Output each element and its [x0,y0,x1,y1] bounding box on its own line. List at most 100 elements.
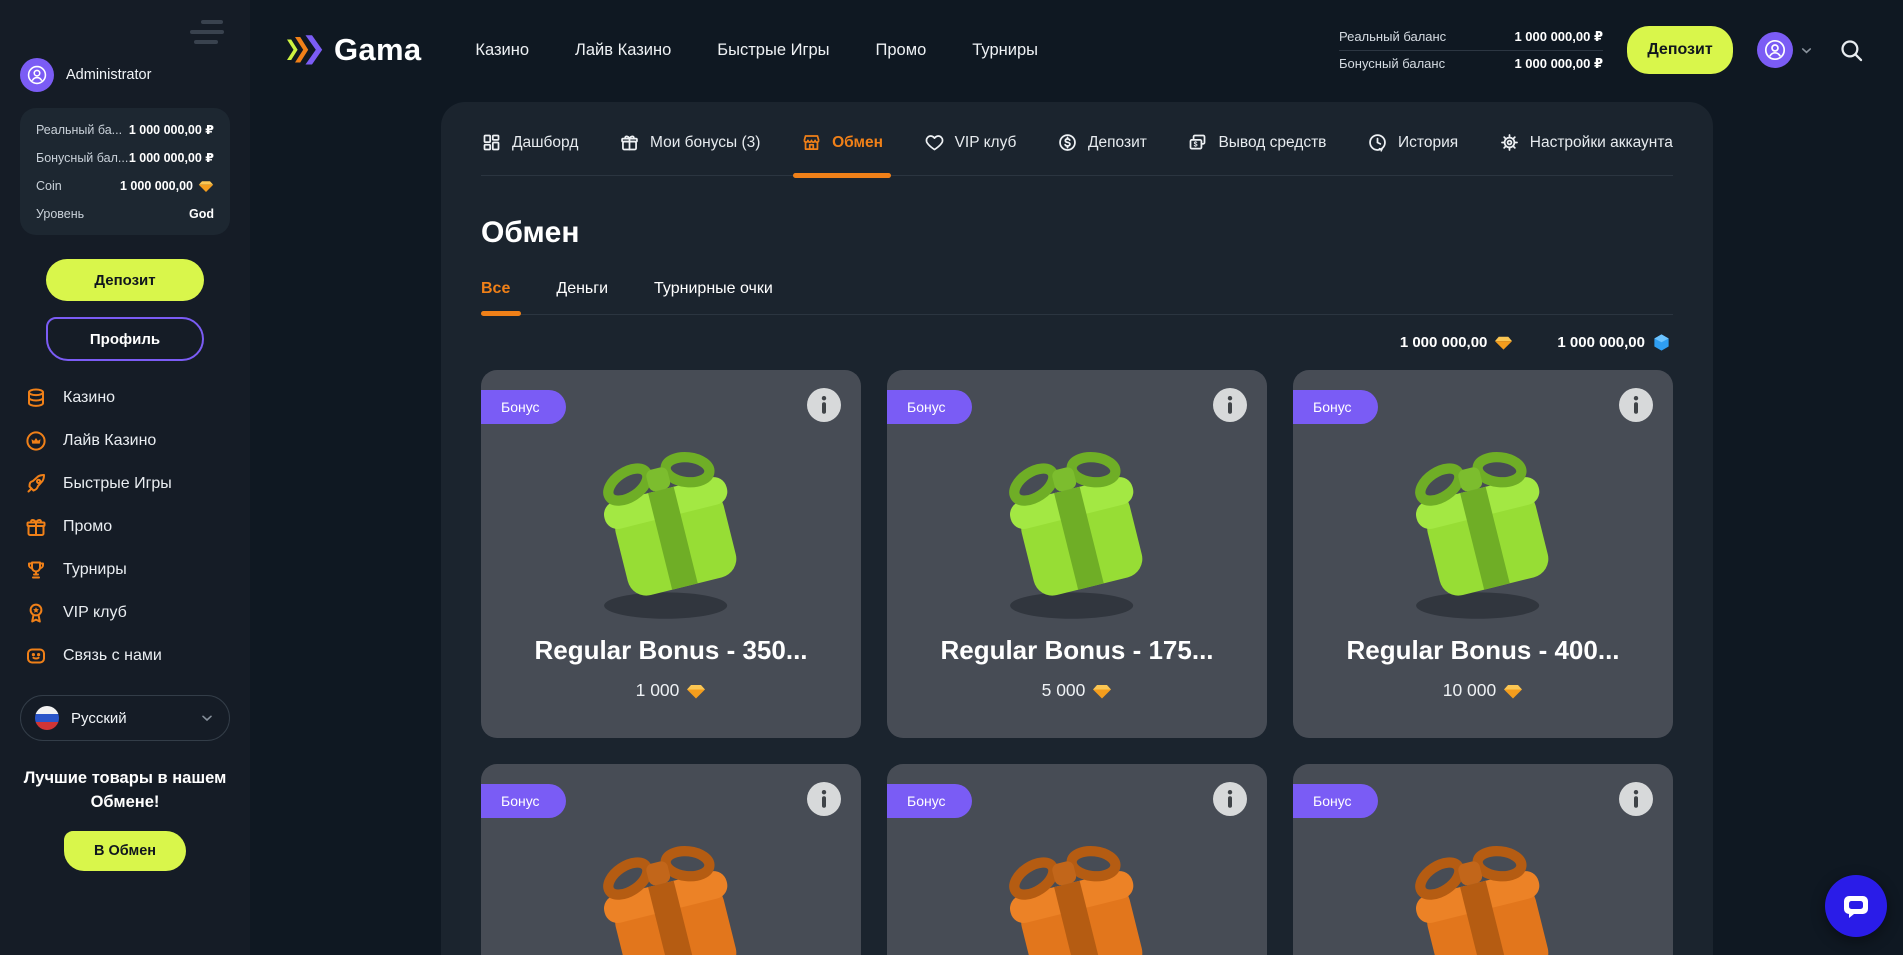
info-button[interactable] [807,782,841,816]
tab-label: Дашборд [512,134,578,152]
gama-logo[interactable]: Gama [284,32,421,68]
tab-withdraw[interactable]: $ Вывод средств [1187,132,1326,153]
account-panel: Дашборд Мои бонусы (3) [441,102,1713,955]
orange-gem-icon [1503,681,1523,701]
user-profile-row[interactable]: Administrator [20,58,230,92]
info-button[interactable] [1213,388,1247,422]
user-avatar-icon [20,58,54,92]
tab-exchange[interactable]: Обмен [801,132,883,153]
bonus-card[interactable]: Бонус [887,764,1267,955]
bonus-card[interactable]: Бонус [1293,764,1673,955]
level-label: Уровень [36,207,84,221]
main-area: Gama Казино Лайв Казино Быстрые Игры Про… [250,0,1903,955]
tab-my-bonuses[interactable]: Мои бонусы (3) [619,132,760,153]
heart-icon [924,132,945,153]
tab-history[interactable]: История [1367,132,1458,153]
sidebar-item-fast-games[interactable]: Быстрые Игры [20,467,230,501]
search-button[interactable] [1838,37,1865,64]
language-selector[interactable]: Русский [20,695,230,741]
orange-gift-image [1381,818,1586,955]
tab-label: VIP клуб [955,134,1017,152]
green-gift-image [569,424,774,629]
real-balance-label: Реальный ба... [36,123,122,137]
logo-chevrons-icon [284,35,326,65]
sidebar-item-tournaments[interactable]: Турниры [20,553,230,587]
sidebar-item-promo[interactable]: Промо [20,510,230,544]
nav-promo[interactable]: Промо [876,41,927,60]
bonus-balance-row: Бонусный бал... 1 000 000,00 ₽ [36,150,214,165]
topbar-real-balance: Реальный баланс 1 000 000,00 ₽ [1339,24,1603,50]
tab-label: Настройки аккаунта [1530,134,1673,152]
bonus-badge: Бонус [1293,784,1378,818]
sidebar-item-casino[interactable]: Казино [20,381,230,415]
nav-casino[interactable]: Казино [475,41,529,60]
chat-bubble-icon [1840,890,1872,922]
bonus-card-title: Regular Bonus - 350... [534,635,807,666]
sidebar-item-label: Казино [63,389,115,407]
svg-text:$: $ [1194,142,1198,149]
bonus-badge: Бонус [887,390,972,424]
bonus-card[interactable]: Бонус [481,764,861,955]
topbar-balances: Реальный баланс 1 000 000,00 ₽ Бонусный … [1339,24,1603,77]
storefront-icon [801,132,822,153]
tab-label: Вывод средств [1218,134,1326,152]
language-label: Русский [71,710,127,727]
orange-gem-icon [686,681,706,701]
sidebar-item-label: Турниры [63,561,127,579]
coins-stack-icon [24,386,48,410]
gift-icon [619,132,640,153]
bonus-badge: Бонус [481,390,566,424]
tab-dashboard[interactable]: Дашборд [481,132,578,153]
real-balance-label: Реальный баланс [1339,29,1446,44]
orange-gem-icon [1092,681,1112,701]
real-balance-row: Реальный ба... 1 000 000,00 ₽ [36,122,214,137]
nav-fast-games[interactable]: Быстрые Игры [717,41,829,60]
banknotes-icon: $ [1187,132,1208,153]
bonus-card-price: 5 000 [1042,680,1113,701]
level-row: Уровень God [36,207,214,221]
tab-account-settings[interactable]: Настройки аккаунта [1499,132,1673,153]
topbar-deposit-button[interactable]: Депозит [1627,26,1733,74]
info-icon [1619,782,1653,816]
sidebar-collapse-button[interactable] [190,14,224,50]
bonus-balance-value: 1 000 000,00 ₽ [1514,56,1603,72]
page-title: Обмен [481,216,1673,250]
bonus-balance-value: 1 000 000,00 ₽ [129,150,214,165]
coin-balance-row: Coin 1 000 000,00 [36,178,214,194]
sidebar-item-contact-us[interactable]: Связь с нами [20,639,230,673]
live-chat-button[interactable] [1825,875,1887,937]
sidebar-item-label: VIP клуб [63,604,127,622]
level-value: God [189,207,214,221]
bonus-balance-label: Бонусный бал... [36,151,128,165]
tab-label: История [1398,134,1458,152]
sidebar-profile-button[interactable]: Профиль [46,317,204,361]
bonus-balance-label: Бонусный баланс [1339,56,1445,71]
search-icon [1838,37,1865,64]
info-button[interactable] [807,388,841,422]
dollar-coin-icon [1057,132,1078,153]
bonus-card[interactable]: Бонус [887,370,1267,738]
filter-all[interactable]: Все [481,280,510,314]
bonus-card[interactable]: Бонус [1293,370,1673,738]
bonus-card-price: 10 000 [1443,680,1524,701]
info-button[interactable] [1213,782,1247,816]
sidebar-item-live-casino[interactable]: Лайв Казино [20,424,230,458]
nav-tournaments[interactable]: Турниры [972,41,1038,60]
topbar: Gama Казино Лайв Казино Быстрые Игры Про… [250,0,1903,100]
filter-money[interactable]: Деньги [556,280,608,314]
to-exchange-button[interactable]: В Обмен [64,831,186,871]
sidebar-item-vip-club[interactable]: VIP клуб [20,596,230,630]
green-gift-image [975,424,1180,629]
nav-live-casino[interactable]: Лайв Казино [575,41,671,60]
account-menu-button[interactable] [1757,32,1814,68]
tab-deposit[interactable]: Депозит [1057,132,1147,153]
bonus-card[interactable]: Бонус [481,370,861,738]
sidebar-deposit-button[interactable]: Депозит [46,259,204,301]
filter-tournament-points[interactable]: Турнирные очки [654,280,773,314]
bonus-card-price: 1 000 [636,680,707,701]
info-button[interactable] [1619,782,1653,816]
orange-gem-icon [198,178,214,194]
topbar-right: Реальный баланс 1 000 000,00 ₽ Бонусный … [1339,24,1865,77]
tab-vip-club[interactable]: VIP клуб [924,132,1017,153]
info-button[interactable] [1619,388,1653,422]
